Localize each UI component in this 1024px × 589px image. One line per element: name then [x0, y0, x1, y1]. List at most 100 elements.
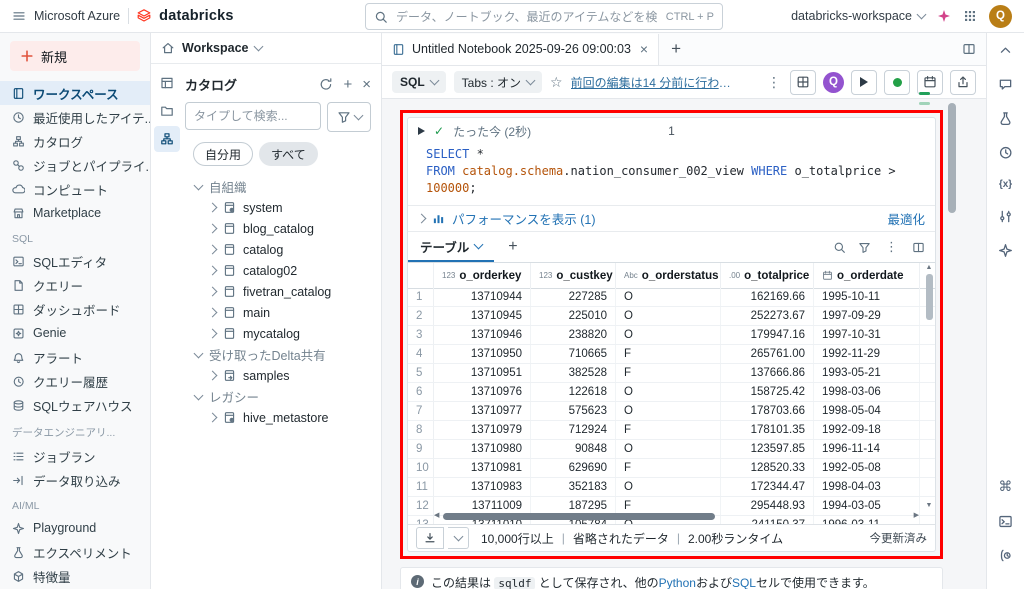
catalog-tree-item[interactable]: system	[185, 197, 371, 218]
catalog-tree-item[interactable]: catalog02	[185, 260, 371, 281]
filter-results-icon[interactable]	[858, 241, 871, 254]
global-search[interactable]: CTRL + P	[365, 3, 723, 30]
experiments-icon[interactable]	[998, 111, 1013, 126]
table-row[interactable]: 613710976122618O158725.421998-03-06	[408, 383, 935, 402]
filter-button[interactable]	[327, 102, 371, 132]
language-selector[interactable]: SQL	[392, 71, 446, 93]
catalog-tree-item[interactable]: main	[185, 302, 371, 323]
favorite-star-icon[interactable]: ☆	[550, 74, 563, 91]
catalog-tree-item[interactable]: hive_metastore	[185, 407, 371, 428]
assistant-sparkle-icon[interactable]	[937, 9, 951, 23]
close-tab-icon[interactable]: ×	[640, 41, 648, 57]
column-header-o_totalprice[interactable]: .00o_totalprice	[721, 263, 814, 288]
table-row[interactable]: 91371098090848O123597.851996-11-14	[408, 440, 935, 459]
add-catalog-icon[interactable]: +	[343, 76, 352, 93]
sidebar-item-catalog[interactable]: カタログ	[0, 129, 150, 153]
code-editor[interactable]: SELECT *FROM catalog.schema.nation_consu…	[408, 144, 935, 205]
column-header-o_orderstatus[interactable]: Abco_orderstatus	[616, 263, 721, 288]
hamburger-menu-icon[interactable]	[12, 9, 26, 23]
compute-status-button[interactable]	[884, 70, 910, 95]
table-horizontal-scrollbar[interactable]: ◀▶	[434, 511, 919, 521]
add-visualization-button[interactable]: +	[494, 238, 531, 256]
catalog-tree-group[interactable]: レガシー	[185, 386, 371, 407]
catalog-tree-item[interactable]: catalog	[185, 239, 371, 260]
environment-icon[interactable]	[998, 209, 1013, 224]
run-all-button[interactable]	[851, 70, 877, 95]
workspace-selector[interactable]: databricks-workspace	[791, 9, 925, 23]
table-row[interactable]: 413710950710665F265761.001992-11-29	[408, 345, 935, 364]
global-search-input[interactable]	[394, 9, 660, 25]
new-tab-button[interactable]: +	[659, 39, 693, 59]
filter-chip-0[interactable]: 自分用	[193, 142, 253, 166]
sidebar-item-playground[interactable]: Playground	[0, 516, 150, 540]
catalog-tree-item[interactable]: blog_catalog	[185, 218, 371, 239]
optimize-link[interactable]: 最適化	[887, 209, 925, 228]
collapse-panel-icon[interactable]	[998, 43, 1013, 58]
notebook-tab[interactable]: Untitled Notebook 2025-09-26 09:00:03 ×	[382, 34, 659, 65]
table-row[interactable]: 113710944227285O162169.661995-10-11	[408, 288, 935, 307]
sidebar-item-job-runs[interactable]: ジョブラン	[0, 444, 150, 468]
download-button[interactable]	[416, 527, 444, 549]
scroll-left-arrow[interactable]: ◀	[434, 512, 439, 520]
shortcuts-icon[interactable]: ⌘	[999, 478, 1013, 495]
kebab-menu-icon[interactable]: ⋮	[765, 74, 783, 91]
sidebar-item-genie[interactable]: Genie	[0, 321, 150, 345]
sidebar-item-sql-editor[interactable]: SQLエディタ	[0, 249, 150, 273]
schedule-button[interactable]	[917, 70, 943, 95]
scroll-up-arrow[interactable]: ▲	[926, 264, 933, 272]
scrollbar-thumb[interactable]	[926, 274, 933, 320]
sidebar-item-alerts[interactable]: アラート	[0, 345, 150, 369]
workspace-panel-header[interactable]: Workspace	[151, 33, 381, 64]
filter-chip-1[interactable]: すべて	[259, 142, 318, 166]
sidebar-item-queries[interactable]: クエリー	[0, 273, 150, 297]
sidebar-item-marketplace[interactable]: Marketplace	[0, 201, 150, 225]
catalog-panel-icon[interactable]	[154, 126, 180, 152]
catalog-tree-item[interactable]: fivetran_catalog	[185, 281, 371, 302]
workspace-files-icon[interactable]	[154, 70, 180, 96]
comments-icon[interactable]	[998, 77, 1013, 92]
sidebar-item-workspace[interactable]: ワークスペース	[0, 81, 150, 105]
scroll-right-arrow[interactable]: ▶	[914, 512, 919, 520]
tabs-toggle[interactable]: Tabs : オン	[454, 71, 542, 93]
close-panel-icon[interactable]: ×	[362, 76, 371, 93]
table-row[interactable]: 813710979712924F178101.351992-09-18	[408, 421, 935, 440]
layout-columns-icon[interactable]	[962, 42, 976, 56]
assistant-icon[interactable]	[998, 243, 1013, 258]
column-header-o_custkey[interactable]: 123o_custkey	[531, 263, 616, 288]
sidebar-item-sql-warehouses[interactable]: SQLウェアハウス	[0, 393, 150, 417]
sidebar-item-experiments[interactable]: エクスペリメント	[0, 540, 150, 564]
scroll-down-arrow[interactable]: ▼	[926, 502, 933, 510]
table-row[interactable]: 513710951382528F137666.861993-05-21	[408, 364, 935, 383]
results-kebab-icon[interactable]: ⋮	[883, 239, 900, 255]
refresh-icon[interactable]	[319, 77, 333, 91]
chevron-right-icon[interactable]	[417, 214, 427, 224]
folder-icon[interactable]	[154, 98, 180, 124]
search-results-icon[interactable]	[833, 241, 846, 254]
catalog-tree-item[interactable]: mycatalog	[185, 323, 371, 344]
table-row[interactable]: 313710946238820O179947.161997-10-31	[408, 326, 935, 345]
sidebar-item-data-ingestion[interactable]: データ取り込み	[0, 468, 150, 492]
table-vertical-scrollbar[interactable]: ▲▼	[924, 264, 934, 510]
collaborator-avatar[interactable]: Q	[823, 72, 844, 93]
column-header-o_orderkey[interactable]: 123o_orderkey	[434, 263, 531, 288]
table-row[interactable]: 713710977575623O178703.661998-05-04	[408, 402, 935, 421]
sidebar-item-query-history[interactable]: クエリー履歴	[0, 369, 150, 393]
terminal-icon[interactable]	[998, 514, 1013, 529]
new-button[interactable]: 新規	[10, 41, 140, 71]
notebook-cell[interactable]: ✓ たった今 (2秒) 1 SELECT *FROM catalog.schem…	[407, 117, 936, 552]
dashboard-button[interactable]	[790, 70, 816, 95]
catalog-tree-group[interactable]: 受け取ったDelta共有	[185, 344, 371, 365]
sidebar-item-features[interactable]: 特徴量	[0, 564, 150, 588]
sql-link[interactable]: SQL	[732, 576, 756, 589]
column-header-o_orderdate[interactable]: o_orderdate	[814, 263, 920, 288]
python-link[interactable]: Python	[659, 576, 696, 589]
download-options-button[interactable]	[448, 527, 469, 549]
share-button[interactable]	[950, 70, 976, 95]
sidebar-item-jobs-pipelines[interactable]: ジョブとパイプライ...	[0, 153, 150, 177]
version-history-icon[interactable]	[998, 145, 1013, 160]
catalog-search-input[interactable]	[185, 102, 321, 130]
sidebar-item-recents[interactable]: 最近使用したアイテ...	[0, 105, 150, 129]
run-cell-button[interactable]	[418, 127, 425, 135]
user-avatar[interactable]: Q	[989, 5, 1012, 28]
runtime-environment-icon[interactable]	[998, 548, 1013, 563]
